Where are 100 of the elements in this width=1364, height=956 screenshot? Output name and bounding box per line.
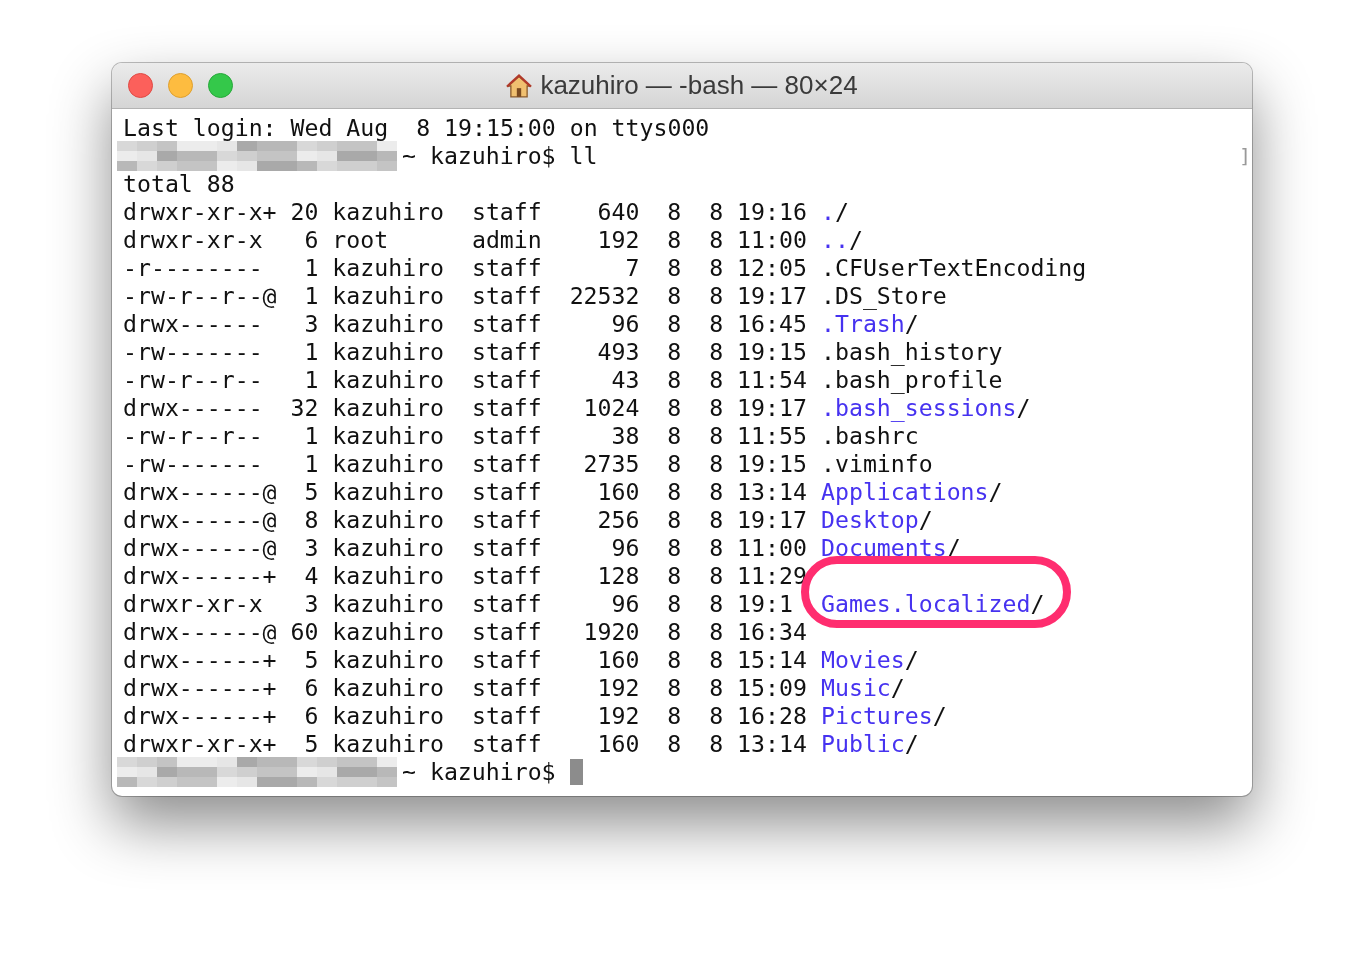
permissions-text: -r--------	[123, 254, 264, 282]
group-text: staff	[471, 450, 542, 478]
slash-text: /	[904, 646, 919, 673]
directory-name: .	[821, 198, 835, 225]
directory-name: Pictures	[821, 702, 933, 729]
day-text: 8	[709, 730, 724, 758]
zoom-button[interactable]	[208, 73, 233, 98]
link-count: 6	[303, 226, 319, 254]
group-text: staff	[471, 562, 542, 590]
file-name: .bashrc	[821, 422, 919, 449]
directory-name: Games.localized	[821, 590, 1031, 617]
permissions-text: drwx------+	[123, 562, 277, 590]
size-text: 96	[610, 534, 640, 562]
terminal-line: total 88	[123, 170, 235, 198]
owner-text: kazuhiro	[332, 674, 445, 702]
permissions-text: -rw-r--r--	[123, 422, 264, 450]
command-text: ll	[569, 142, 598, 170]
month-text: 8	[667, 366, 682, 394]
link-count: 6	[303, 674, 319, 702]
time-text: 13:14	[737, 730, 807, 758]
time-text: 15:14	[737, 646, 807, 674]
file-name: .CFUserTextEncoding	[821, 254, 1087, 281]
group-text: staff	[471, 338, 542, 366]
link-count: 3	[303, 310, 319, 338]
month-text: 8	[667, 394, 682, 422]
permissions-text: drwxr-xr-x+	[123, 730, 277, 758]
group-text: staff	[471, 310, 542, 338]
owner-text: kazuhiro	[332, 394, 445, 422]
permissions-text: -rw-r--r--	[123, 366, 264, 394]
day-text: 8	[709, 534, 724, 562]
day-text: 8	[709, 478, 724, 506]
time-text: 16:34	[737, 618, 807, 646]
size-text: 1920	[582, 618, 640, 646]
time-text: 19:16	[737, 198, 807, 226]
month-text: 8	[667, 310, 682, 338]
size-text: 43	[610, 366, 640, 394]
month-text: 8	[667, 702, 682, 730]
owner-text: kazuhiro	[332, 282, 445, 310]
size-text: 22532	[568, 282, 640, 310]
directory-name: Movies	[821, 646, 905, 673]
link-count: 4	[303, 562, 319, 590]
file-name: .bash_profile	[821, 366, 1003, 393]
owner-text: kazuhiro	[332, 366, 445, 394]
time-text: 13:14	[737, 478, 807, 506]
month-text: 8	[667, 338, 682, 366]
size-text: 2735	[582, 450, 640, 478]
month-text: 8	[667, 450, 682, 478]
time-text: 15:09	[737, 674, 807, 702]
minimize-button[interactable]	[168, 73, 193, 98]
link-count: 1	[303, 338, 319, 366]
owner-text: kazuhiro	[332, 310, 445, 338]
owner-text: kazuhiro	[332, 506, 445, 534]
month-text: 8	[667, 478, 682, 506]
owner-text: kazuhiro	[332, 478, 445, 506]
month-text: 8	[667, 674, 682, 702]
slash-text: /	[834, 198, 849, 225]
directory-name: .bash_sessions	[821, 394, 1017, 421]
directory-name: Applications	[821, 478, 989, 505]
owner-text: root	[332, 226, 390, 254]
permissions-text: drwx------+	[123, 646, 277, 674]
directory-name: .Trash	[821, 310, 905, 337]
permissions-text: drwx------+	[123, 674, 277, 702]
day-text: 8	[709, 702, 724, 730]
size-text: 96	[610, 590, 640, 618]
terminal-line: Last login: Wed Aug 8 19:15:00 on ttys000	[123, 114, 710, 142]
group-text: staff	[471, 478, 542, 506]
directory-name: Music	[821, 674, 891, 701]
group-text: staff	[471, 198, 542, 226]
owner-text: kazuhiro	[332, 422, 445, 450]
owner-text: kazuhiro	[332, 646, 445, 674]
group-text: staff	[471, 366, 542, 394]
file-name: .bash_history	[821, 338, 1003, 365]
month-text: 8	[667, 198, 682, 226]
size-text: 192	[596, 674, 640, 702]
size-text: 38	[610, 422, 640, 450]
day-text: 8	[709, 674, 724, 702]
text-cursor	[569, 759, 583, 785]
shell-prompt: ~ kazuhiro$	[402, 142, 556, 170]
permissions-text: drwx------	[123, 394, 264, 422]
group-text: staff	[471, 590, 542, 618]
month-text: 8	[667, 534, 682, 562]
size-text: 7	[624, 254, 640, 282]
size-text: 160	[596, 646, 640, 674]
owner-text: kazuhiro	[332, 198, 445, 226]
time-text: 16:45	[737, 310, 807, 338]
permissions-text: -rw-------	[123, 450, 264, 478]
time-text: 19:17	[737, 394, 807, 422]
permissions-text: drwxr-xr-x	[123, 590, 264, 618]
size-text: 96	[610, 310, 640, 338]
day-text: 8	[709, 646, 724, 674]
time-text: 11:29	[737, 562, 807, 590]
size-text: 128	[596, 562, 640, 590]
group-text: staff	[471, 394, 542, 422]
owner-text: kazuhiro	[332, 338, 445, 366]
directory-name: ..	[821, 226, 849, 253]
close-button[interactable]	[128, 73, 153, 98]
size-text: 493	[596, 338, 640, 366]
month-text: 8	[667, 254, 682, 282]
slash-text: /	[1030, 590, 1045, 617]
file-name: .viminfo	[821, 450, 933, 477]
